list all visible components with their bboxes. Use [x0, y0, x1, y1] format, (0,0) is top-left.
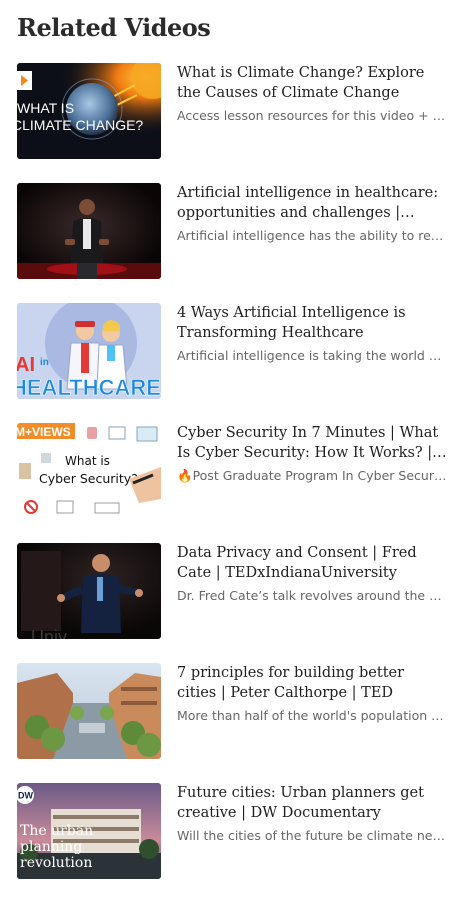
video-thumbnail[interactable]: DW The urban planning revolution — [17, 783, 161, 879]
video-description: Artificial intelligence has the ability … — [177, 228, 447, 243]
video-item[interactable]: Univ Data Privacy and Consent | Fred Cat… — [0, 543, 458, 639]
video-item[interactable]: 7 principles for building better cities … — [0, 663, 458, 759]
video-title[interactable]: 7 principles for building better cities … — [177, 663, 447, 703]
video-title[interactable]: 4 Ways Artificial Intelligence is Transf… — [177, 303, 447, 343]
video-item[interactable]: M+VIEWS What is Cyber Security? Cyber Se… — [0, 423, 458, 519]
video-list: WHAT IS CLIMATE CHANGE? What is Climate … — [0, 63, 458, 903]
video-thumbnail[interactable] — [17, 663, 161, 759]
video-thumbnail[interactable]: WHAT IS CLIMATE CHANGE? — [17, 63, 161, 159]
thumbnail-caption: What is — [65, 454, 110, 468]
video-item[interactable]: DW The urban planning revolution Future … — [0, 783, 458, 879]
thumbnail-caption: WHAT IS — [17, 100, 74, 116]
video-item[interactable]: Artificial intelligence in healthcare: o… — [0, 183, 458, 279]
video-title[interactable]: Data Privacy and Consent | Fred Cate | T… — [177, 543, 447, 583]
video-item[interactable]: AI in HEALTHCARE 4 Ways Artificial Intel… — [0, 303, 458, 399]
thumbnail-caption: Cyber Security? — [39, 471, 138, 486]
thumbnail-caption: DW — [18, 791, 33, 801]
thumbnail-caption: HEALTHCARE — [17, 375, 161, 399]
thumbnail-caption: planning — [20, 839, 82, 855]
thumbnail-caption: revolution — [20, 855, 92, 871]
video-title[interactable]: Artificial intelligence in healthcare: o… — [177, 183, 447, 223]
video-description: More than half of the world's population… — [177, 708, 447, 723]
related-videos-panel: Related Videos WHAT IS CLIMATE CHANGE? W… — [0, 0, 458, 909]
video-thumbnail[interactable]: AI in HEALTHCARE — [17, 303, 161, 399]
video-item[interactable]: WHAT IS CLIMATE CHANGE? What is Climate … — [0, 63, 458, 159]
video-description: Will the cities of the future be climate… — [177, 828, 447, 843]
thumbnail-caption: The urban — [20, 823, 93, 839]
video-thumbnail[interactable] — [17, 183, 161, 279]
thumbnail-caption: M+VIEWS — [17, 425, 71, 439]
video-thumbnail[interactable]: Univ — [17, 543, 161, 639]
video-description: 🔥Post Graduate Program In Cyber Security — [177, 468, 447, 483]
thumbnail-caption: in — [40, 357, 49, 368]
video-title[interactable]: What is Climate Change? Explore the Caus… — [177, 63, 447, 103]
thumbnail-caption: AI — [17, 354, 35, 376]
video-thumbnail[interactable]: M+VIEWS What is Cyber Security? — [17, 423, 161, 519]
section-heading: Related Videos — [17, 13, 211, 42]
video-description: Artificial intelligence is taking the wo… — [177, 348, 447, 363]
video-title[interactable]: Future cities: Urban planners get creati… — [177, 783, 447, 823]
thumbnail-caption: CLIMATE CHANGE? — [17, 117, 143, 133]
video-description: Dr. Fred Cate’s talk revolves around the… — [177, 588, 447, 603]
video-description: Access lesson resources for this video +… — [177, 108, 447, 123]
thumbnail-caption: Univ — [31, 627, 67, 639]
video-title[interactable]: Cyber Security In 7 Minutes | What Is Cy… — [177, 423, 447, 463]
